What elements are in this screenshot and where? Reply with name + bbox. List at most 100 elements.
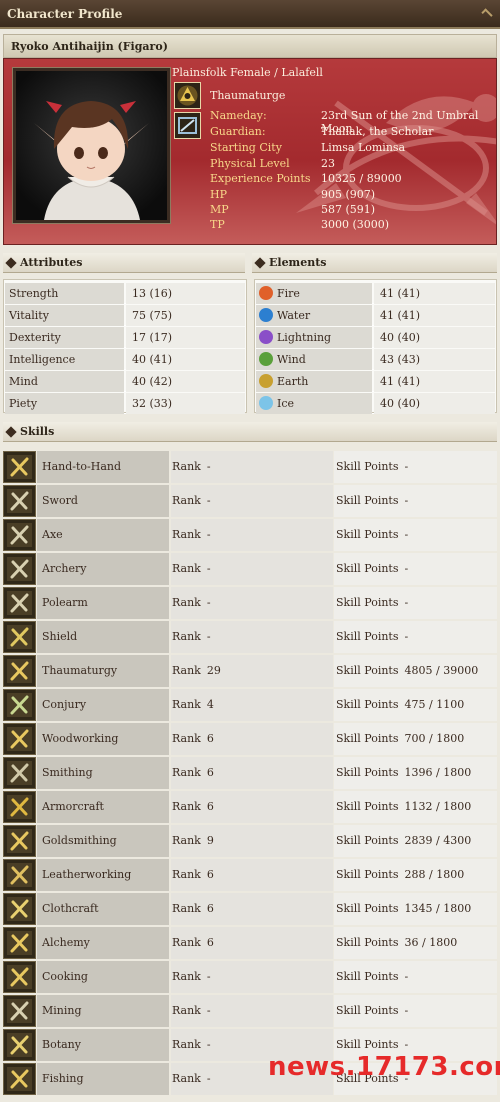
- character-name-bar: Ryoko Antihaijin (Figaro): [3, 34, 497, 58]
- rank-label: Rank: [172, 732, 201, 745]
- rank-value: -: [206, 630, 211, 643]
- skill-points: Skill Points -: [334, 451, 497, 483]
- skill-name: Mining: [37, 995, 169, 1027]
- skill-row: Thaumaturgy Rank 29 Skill Points 4805 / 3900…: [3, 654, 497, 688]
- skills-title: Skills: [20, 425, 55, 438]
- rank-label: Rank: [172, 800, 201, 813]
- element-value: 40 (40): [374, 327, 495, 348]
- attribute-label: Piety: [5, 393, 124, 414]
- skill-rank: Rank -: [171, 587, 333, 619]
- polearm-icon: [3, 587, 36, 619]
- attribute-row: Intelligence 40 (41): [5, 349, 245, 370]
- element-value: 41 (41): [374, 305, 495, 326]
- rank-label: Rank: [172, 970, 201, 983]
- skill-points-value: 1132 / 1800: [404, 800, 472, 813]
- attribute-value: 32 (33): [126, 393, 245, 414]
- bread-icon: [3, 961, 36, 993]
- element-row-wind: Wind 43 (43): [256, 349, 495, 370]
- character-portrait: [13, 68, 170, 223]
- stat-value-physical-level: 23: [321, 157, 335, 170]
- rank-value: 4: [206, 698, 214, 711]
- skill-name: Goldsmithing: [37, 825, 169, 857]
- stat-label-nameday: Nameday:: [210, 109, 267, 122]
- skill-rank: Rank -: [171, 995, 333, 1027]
- skill-points-value: -: [404, 630, 409, 643]
- skill-points-label: Skill Points: [336, 494, 399, 507]
- skill-name: Axe: [37, 519, 169, 551]
- skill-row: Cooking Rank - Skill Points -: [3, 960, 497, 994]
- rank-label: Rank: [172, 562, 201, 575]
- skill-points-value: -: [404, 528, 409, 541]
- stat-value-experience: 10325 / 89000: [321, 172, 402, 185]
- skill-points-value: -: [404, 460, 409, 473]
- element-value: 40 (40): [374, 393, 495, 414]
- skill-rank: Rank -: [171, 961, 333, 993]
- skill-rank: Rank 6: [171, 723, 333, 755]
- skill-row: Leatherworking Rank 6 Skill Points 288 / 180…: [3, 858, 497, 892]
- skill-name: Smithing: [37, 757, 169, 789]
- wind-icon: [259, 352, 273, 366]
- skill-points-value: 1396 / 1800: [404, 766, 472, 779]
- rank-label: Rank: [172, 1004, 201, 1017]
- attribute-value: 17 (17): [126, 327, 245, 348]
- collapse-icon[interactable]: [481, 8, 493, 20]
- skill-points-label: Skill Points: [336, 460, 399, 473]
- skill-name: Cooking: [37, 961, 169, 993]
- flask-icon: [3, 927, 36, 959]
- leather-icon: [3, 859, 36, 891]
- skill-points-value: 4805 / 39000: [404, 664, 479, 677]
- skill-points-label: Skill Points: [336, 1004, 399, 1017]
- attribute-row: Strength 13 (16): [5, 283, 245, 304]
- skill-points: Skill Points 1345 / 1800: [334, 893, 497, 925]
- leaf-icon: [3, 1029, 36, 1061]
- diamond-icon: [5, 426, 17, 438]
- skill-row: Axe Rank - Skill Points -: [3, 518, 497, 552]
- skill-points-value: -: [404, 1038, 409, 1051]
- element-label: Earth: [256, 371, 372, 392]
- skill-points: Skill Points 1396 / 1800: [334, 757, 497, 789]
- rank-value: -: [206, 494, 211, 507]
- skill-points-value: -: [404, 1004, 409, 1017]
- skill-points-value: 288 / 1800: [404, 868, 465, 881]
- skill-name: Archery: [37, 553, 169, 585]
- rank-value: 29: [206, 664, 221, 677]
- rank-value: 6: [206, 936, 214, 949]
- stat-label-hp: HP: [210, 188, 227, 201]
- skill-name: Hand-to-Hand: [37, 451, 169, 483]
- skill-row: Smithing Rank 6 Skill Points 1396 / 1800: [3, 756, 497, 790]
- rank-label: Rank: [172, 494, 201, 507]
- stat-value-mp: 587 (591): [321, 203, 376, 216]
- window-title: Character Profile: [7, 7, 123, 21]
- skill-name: Fishing: [37, 1063, 169, 1095]
- character-job: Thaumaturge: [210, 89, 286, 102]
- skill-row: Woodworking Rank 6 Skill Points 700 / 1800: [3, 722, 497, 756]
- element-value: 41 (41): [374, 371, 495, 392]
- skill-points-label: Skill Points: [336, 868, 399, 881]
- skill-rank: Rank 29: [171, 655, 333, 687]
- rank-value: -: [206, 460, 211, 473]
- lightning-icon: [259, 330, 273, 344]
- element-label: Lightning: [256, 327, 372, 348]
- skill-row: Clothcraft Rank 6 Skill Points 1345 / 1800: [3, 892, 497, 926]
- attribute-label: Dexterity: [5, 327, 124, 348]
- skill-name: Alchemy: [37, 927, 169, 959]
- stat-label-tp: TP: [210, 218, 225, 231]
- fire-icon: [259, 286, 273, 300]
- skill-points: Skill Points -: [334, 995, 497, 1027]
- skill-row: Goldsmithing Rank 9 Skill Points 2839 / 4300: [3, 824, 497, 858]
- rank-value: 6: [206, 800, 214, 813]
- stat-value-tp: 3000 (3000): [321, 218, 390, 231]
- skill-rank: Rank 6: [171, 927, 333, 959]
- skill-points-value: 36 / 1800: [404, 936, 458, 949]
- attribute-label: Intelligence: [5, 349, 124, 370]
- rank-value: 6: [206, 732, 214, 745]
- skill-row: Polearm Rank - Skill Points -: [3, 586, 497, 620]
- sword-icon: [3, 485, 36, 517]
- element-row-fire: Fire 41 (41): [256, 283, 495, 304]
- rank-value: -: [206, 596, 211, 609]
- stat-value-guardian: Thaliak, the Scholar: [321, 125, 434, 138]
- window-titlebar: Character Profile: [0, 0, 500, 29]
- rank-value: 6: [206, 902, 214, 915]
- rank-label: Rank: [172, 834, 201, 847]
- weapon-icon: [174, 112, 201, 139]
